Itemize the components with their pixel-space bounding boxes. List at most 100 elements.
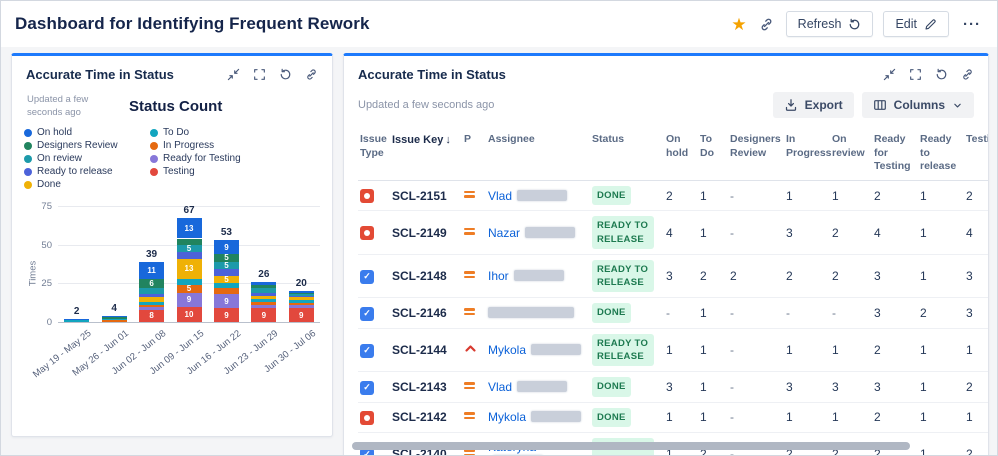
bar-segment-ready-to-release[interactable] — [176, 252, 202, 259]
bar-segment-on-hold[interactable] — [251, 281, 277, 285]
bar-segment-on-hold[interactable] — [64, 318, 90, 321]
bar-segment-done[interactable]: 13 — [176, 258, 202, 279]
bar-segment-designers-review[interactable]: 6 — [139, 278, 165, 288]
legend-item[interactable]: Ready for Testing — [150, 152, 241, 165]
bar-segment-in-progress[interactable] — [101, 320, 127, 322]
bar-segment-done[interactable] — [288, 297, 314, 301]
column-header-assignee[interactable]: Assignee — [486, 128, 590, 181]
bar-segment-on-hold[interactable] — [288, 291, 314, 293]
column-header-ready-to-release[interactable]: Ready to release — [918, 128, 964, 181]
bar-segment-on-review[interactable]: 5 — [176, 244, 202, 253]
bar-segment-to-do[interactable] — [139, 301, 165, 305]
bar-segment-ready-to-release[interactable] — [213, 269, 239, 276]
horizontal-scrollbar-thumb[interactable] — [352, 442, 910, 450]
bar-segment-testing[interactable]: 10 — [176, 306, 202, 322]
issue-key-link[interactable]: SCL-2148 — [392, 269, 447, 283]
bar-segment-ready-to-release[interactable] — [288, 295, 314, 298]
bar-segment-on-review[interactable] — [251, 288, 277, 293]
bar-segment-ready-for-testing[interactable] — [139, 306, 165, 310]
column-header-in-progress[interactable]: In Progress — [784, 128, 832, 181]
share-link-icon[interactable] — [757, 15, 776, 34]
more-actions-button[interactable]: ··· — [959, 14, 985, 35]
bar-segment-ready-for-testing[interactable] — [251, 305, 277, 309]
bar-segment-ready-for-testing[interactable] — [288, 305, 314, 309]
bar-segment-designers-review[interactable] — [176, 238, 202, 245]
bar-segment-on-review[interactable] — [288, 294, 314, 296]
column-header-p[interactable]: P — [462, 128, 486, 181]
fullscreen-icon[interactable] — [253, 68, 266, 81]
bar-segment-in-progress[interactable]: 5 — [176, 284, 202, 293]
bar-segment-done[interactable] — [139, 297, 165, 302]
export-button[interactable]: Export — [772, 92, 854, 118]
bar-segment-on-hold[interactable] — [101, 315, 127, 318]
issue-key-link[interactable]: SCL-2143 — [392, 380, 447, 394]
bar-segment-in-progress[interactable] — [251, 301, 277, 305]
legend-item[interactable]: On hold — [24, 126, 150, 139]
bar-segment-to-do[interactable] — [251, 298, 277, 302]
assignee-link[interactable]: Vlad — [488, 189, 512, 203]
issue-key-link[interactable]: SCL-2142 — [392, 410, 447, 424]
bar-segment-ready-to-release[interactable] — [139, 294, 165, 298]
bar-segment-on-hold[interactable]: 9 — [213, 240, 239, 254]
assignee-link[interactable]: Vlad — [488, 380, 512, 394]
issue-key-link[interactable]: SCL-2149 — [392, 226, 447, 240]
bar-segment-done[interactable]: 5 — [213, 275, 239, 284]
column-header-issue-type[interactable]: Issue Type — [358, 128, 390, 181]
issue-key-link[interactable]: SCL-2144 — [392, 343, 447, 357]
bar-segment-to-do[interactable] — [101, 318, 127, 321]
legend-item[interactable]: Ready to release — [24, 165, 150, 178]
issue-key-link[interactable]: SCL-2146 — [392, 306, 447, 320]
refresh-gadget-icon[interactable] — [279, 68, 292, 81]
fullscreen-icon[interactable] — [909, 68, 922, 81]
legend-item[interactable]: Testing — [150, 165, 241, 178]
bar-segment-in-progress[interactable] — [139, 305, 165, 307]
bar-segment-on-hold[interactable]: 11 — [139, 261, 165, 279]
column-header-on-review[interactable]: On review — [830, 128, 872, 181]
column-header-ready-for-testing[interactable]: Ready for Testing — [872, 128, 918, 181]
bar-segment-to-do[interactable] — [213, 283, 239, 288]
bar-segment-in-progress[interactable] — [213, 288, 239, 295]
bar-segment-on-review[interactable]: 5 — [213, 261, 239, 270]
bar-segment-to-do[interactable] — [176, 278, 202, 285]
bar-segment-ready-to-release[interactable] — [251, 292, 277, 296]
assignee-link[interactable]: Mykola — [488, 343, 526, 357]
bar-segment-in-progress[interactable] — [288, 303, 314, 305]
column-header-to-do[interactable]: To Do — [698, 128, 728, 181]
refresh-gadget-icon[interactable] — [935, 68, 948, 81]
assignee-link[interactable]: Ihor — [488, 269, 509, 283]
bar-segment-to-do[interactable] — [64, 320, 90, 322]
bar-segment-testing[interactable]: 9 — [288, 308, 314, 322]
columns-button[interactable]: Columns — [861, 92, 974, 118]
legend-item[interactable]: To Do — [150, 126, 241, 139]
collapse-icon[interactable] — [883, 68, 896, 81]
favorite-star-icon[interactable]: ★ — [731, 16, 746, 33]
refresh-button[interactable]: Refresh — [785, 11, 874, 37]
column-header-on-hold[interactable]: On hold — [664, 128, 698, 181]
bar-segment-on-review[interactable] — [139, 288, 165, 295]
bar-segment-testing[interactable]: 8 — [139, 309, 165, 322]
assignee-link[interactable]: Mykola — [488, 410, 526, 424]
collapse-icon[interactable] — [227, 68, 240, 81]
bar-segment-designers-review[interactable] — [288, 292, 314, 295]
legend-item[interactable]: On review — [24, 152, 150, 165]
bar-segment-ready-for-testing[interactable]: 9 — [213, 294, 239, 309]
bar-segment-testing[interactable]: 9 — [213, 308, 239, 322]
link-gadget-icon[interactable] — [305, 68, 318, 81]
bar-segment-on-hold[interactable]: 13 — [176, 218, 202, 239]
bar-segment-testing[interactable]: 9 — [251, 308, 277, 322]
bar-segment-ready-for-testing[interactable]: 9 — [176, 292, 202, 307]
column-header-testing[interactable]: Testing — [964, 128, 988, 181]
legend-item[interactable]: In Progress — [150, 139, 241, 152]
link-gadget-icon[interactable] — [961, 68, 974, 81]
bar-segment-designers-review[interactable] — [101, 317, 127, 319]
legend-item[interactable]: Designers Review — [24, 139, 150, 152]
column-header-designers-review[interactable]: Designers Review — [728, 128, 784, 181]
bar-segment-designers-review[interactable]: 5 — [213, 253, 239, 262]
bar-segment-designers-review[interactable] — [251, 284, 277, 288]
column-header-status[interactable]: Status — [590, 128, 664, 181]
bar-segment-done[interactable] — [251, 295, 277, 299]
legend-item[interactable]: Done — [24, 178, 150, 191]
column-header-issue-key[interactable]: Issue Key ↓ — [390, 128, 462, 181]
bar-segment-to-do[interactable] — [288, 300, 314, 304]
issue-key-link[interactable]: SCL-2151 — [392, 189, 447, 203]
